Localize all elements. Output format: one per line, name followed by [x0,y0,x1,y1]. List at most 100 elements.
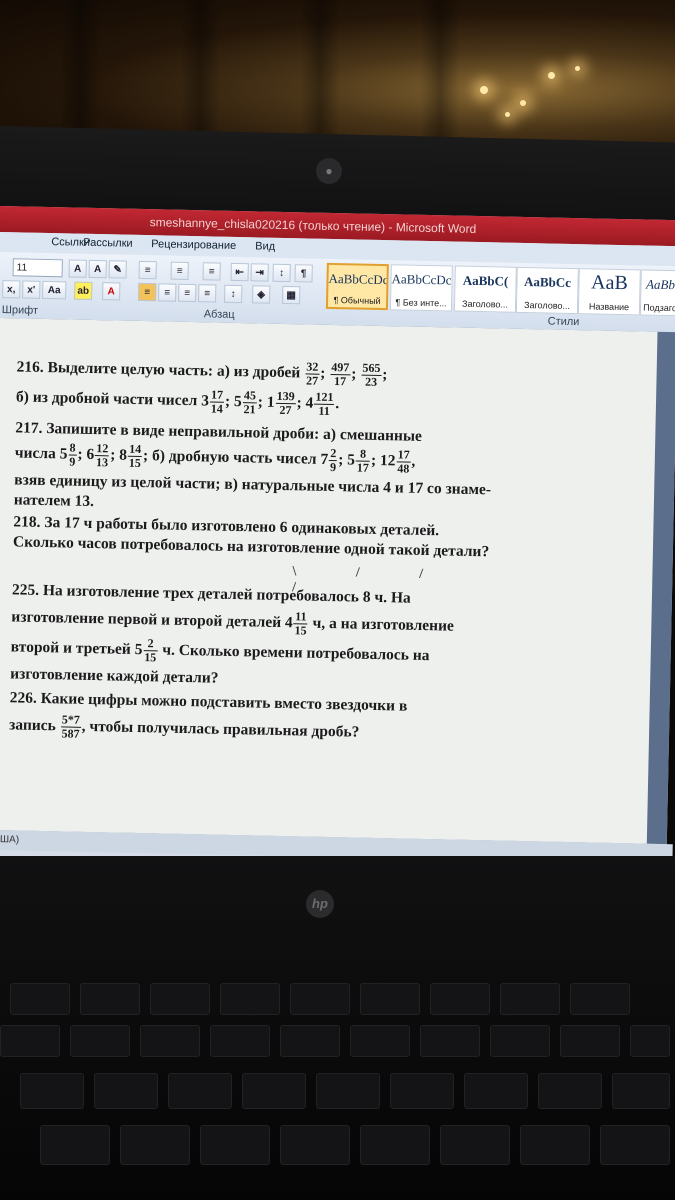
keyboard-key[interactable] [440,1125,510,1165]
exercise-text: Какие цифры можно подставить вместо звез… [40,689,408,715]
document-area: 216. Выделите целую часть: а) из дробей … [0,317,675,845]
keyboard-key[interactable] [600,1125,670,1165]
increase-indent-button[interactable]: ⇥ [250,263,269,282]
curtain-fold [300,0,340,150]
keyboard-key[interactable] [242,1073,306,1109]
keyboard-key[interactable] [464,1073,528,1109]
fraction: 14 15 [127,441,143,471]
style-sample: AaBbCcDc [328,270,387,288]
decrease-indent-button[interactable]: ⇤ [230,262,249,282]
fraction: 497 17 [330,359,351,389]
tab-mailings[interactable]: Рассылки [83,237,133,250]
style-subtitle[interactable]: AaBb Подзаго [639,269,675,317]
font-group-label: Шрифт [1,304,39,317]
line-spacing-button[interactable]: ↕ [224,284,243,304]
fraction: 45 21 [242,388,258,417]
grow-font-button[interactable]: A [68,259,87,278]
subscript-button[interactable]: x, [2,280,21,299]
keyboard-key[interactable] [350,1025,410,1057]
multilevel-list-button[interactable]: ≡ [202,262,221,281]
justify-button[interactable]: ≡ [198,284,217,303]
keyboard-key[interactable] [490,1025,550,1057]
keyboard-key[interactable] [210,1025,270,1057]
garland-light [520,100,526,106]
keyboard-key[interactable] [360,1125,430,1165]
font-size-select[interactable]: 11 [12,258,63,278]
keyboard-key[interactable] [220,983,280,1015]
shading-button[interactable]: ◈ [252,285,271,304]
keyboard-key[interactable] [430,983,490,1015]
webcam: ● [316,158,342,184]
garland-light [548,72,555,79]
keyboard-key[interactable] [630,1025,670,1057]
style-heading-2[interactable]: AaBbCc Заголово... [515,266,579,315]
keyboard-key[interactable] [80,983,140,1015]
keyboard-key[interactable] [0,1025,60,1057]
curtain-fold [420,0,460,150]
keyboard-key[interactable] [168,1073,232,1109]
align-right-button[interactable]: ≡ [178,283,197,303]
fraction: 32 27 [305,359,320,388]
style-title[interactable]: AaB Название [577,268,641,316]
show-marks-button[interactable]: ¶ [294,264,313,283]
keyboard-key[interactable] [560,1025,620,1057]
keyboard-key[interactable] [140,1025,200,1057]
keyboard-key[interactable] [420,1025,480,1057]
tab-review[interactable]: Рецензирование [151,238,236,252]
curtain-fold [180,0,220,150]
style-normal[interactable]: AaBbCcDc ¶ Обычный [325,262,389,311]
style-name: ¶ Обычный [333,295,381,306]
style-no-spacing[interactable]: AaBbCcDc ¶ Без инте... [389,264,453,312]
keyboard-key[interactable] [120,1125,190,1165]
tab-view[interactable]: Вид [255,240,275,252]
style-name: ¶ Без инте... [395,297,447,309]
style-sample: AaB [590,271,629,295]
styles-group-label: Стили [547,315,580,329]
sort-button[interactable]: ↕ [272,263,291,283]
document-page[interactable]: 216. Выделите целую часть: а) из дробей … [0,317,658,844]
clear-format-button[interactable]: ✎ [108,260,127,279]
keyboard-key[interactable] [280,1125,350,1165]
keyboard-key[interactable] [500,983,560,1015]
keyboard-key[interactable] [390,1073,454,1109]
keyboard-key[interactable] [150,983,210,1015]
exercise-number: 216. [16,358,44,377]
keyboard-key[interactable] [520,1125,590,1165]
font-color-button[interactable]: A [102,282,121,301]
keyboard-key[interactable] [290,983,350,1015]
keyboard-key[interactable] [200,1125,270,1165]
align-center-button[interactable]: ≡ [158,283,177,302]
keyboard-key[interactable] [612,1073,670,1109]
borders-button[interactable]: ▦ [282,285,301,305]
fraction: 11 15 [293,609,309,638]
keyboard-key[interactable] [20,1073,84,1109]
fraction: 29 [329,445,338,475]
shrink-font-button[interactable]: A [88,259,107,279]
keyboard-key[interactable] [280,1025,340,1057]
garland-light [575,66,580,71]
bullets-button[interactable]: ≡ [138,260,157,280]
keyboard-key[interactable] [360,983,420,1015]
keyboard-key[interactable] [40,1125,110,1165]
fraction: 17 48 [396,447,411,476]
keyboard-key[interactable] [570,983,630,1015]
keyboard-key[interactable] [316,1073,380,1109]
change-case-button[interactable]: Aa [42,280,67,300]
highlight-button[interactable]: ab [74,281,93,300]
superscript-button[interactable]: x' [22,280,41,299]
style-name: Заголово... [461,298,509,310]
keyboard-key[interactable] [70,1025,130,1057]
exercise-text: б) из дробной части чисел [15,388,198,410]
keyboard-key[interactable] [10,983,70,1015]
exercise-text: Выделите целую часть: а) из дробей [47,359,301,382]
fraction: 5*7 587 [60,712,81,741]
exercise-number: 225. [11,581,40,599]
align-left-button[interactable]: ≡ [138,282,157,302]
keyboard-key[interactable] [538,1073,602,1109]
keyboard-key[interactable] [94,1073,158,1109]
exercise-number: 218. [13,513,41,531]
numbering-button[interactable]: ≡ [170,261,189,280]
exercise-number: 226. [9,689,37,707]
language-indicator[interactable]: США) [0,834,19,846]
style-heading-1[interactable]: AaBbC( Заголово... [453,265,517,313]
